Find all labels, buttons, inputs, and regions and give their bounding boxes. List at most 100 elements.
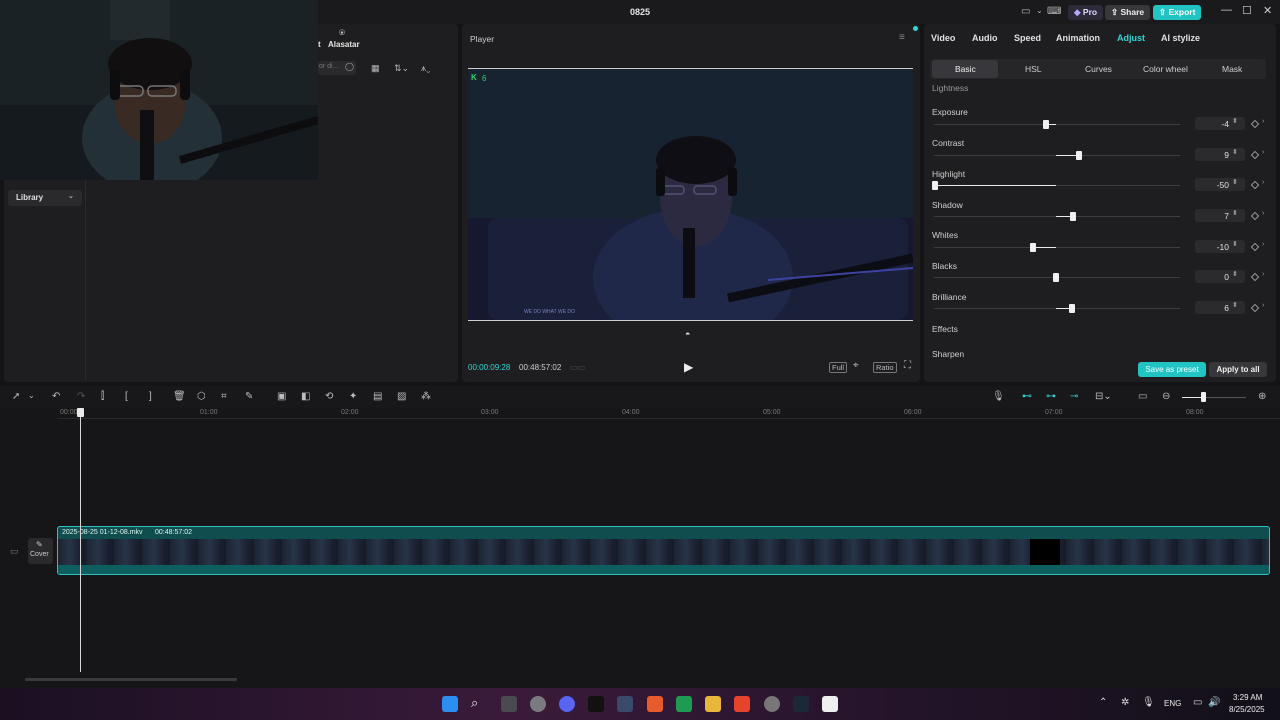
preview-axis-icon[interactable]: ⊟⌄: [1095, 391, 1112, 402]
exposure-slider-track[interactable]: [934, 124, 1180, 125]
horizontal-scrollbar[interactable]: [25, 678, 237, 681]
zoom-slider-knob[interactable]: [1201, 392, 1206, 402]
discord-icon[interactable]: [559, 696, 575, 712]
play-icon[interactable]: ▶: [684, 360, 693, 374]
filter-icon[interactable]: ⩚⌄: [421, 63, 430, 74]
stepper-icon[interactable]: ⬍: [1232, 270, 1238, 278]
sidebar-item-library[interactable]: Library ⌄: [8, 190, 82, 206]
file-explorer-icon[interactable]: [705, 696, 721, 712]
avatar-icon[interactable]: ⍟: [339, 28, 345, 39]
timecode-format-icon[interactable]: ▭▭: [570, 363, 585, 372]
sort-icon[interactable]: ⇅⌄: [394, 63, 409, 74]
keyboard-icon[interactable]: ⌨: [1047, 6, 1061, 17]
reset-chevron-icon[interactable]: ›: [1262, 149, 1264, 156]
magnet-icon[interactable]: ⊶: [1046, 391, 1056, 402]
contrast-slider-knob[interactable]: [1076, 151, 1082, 160]
subtab-color-wheel[interactable]: Color wheel: [1143, 64, 1188, 74]
tab-audio[interactable]: Audio: [972, 33, 998, 43]
redo-icon[interactable]: ↷: [77, 391, 85, 402]
brilliance-slider-knob[interactable]: [1069, 304, 1075, 313]
stepper-icon[interactable]: ⬍: [1232, 117, 1238, 125]
microphone-icon[interactable]: 🎙: [992, 391, 1005, 402]
subtab-mask[interactable]: Mask: [1222, 64, 1242, 74]
capcut-icon[interactable]: [822, 696, 838, 712]
chevron-down-icon[interactable]: ⌄: [28, 391, 35, 400]
delete-left-icon[interactable]: [: [125, 391, 128, 402]
shadow-slider-knob[interactable]: [1070, 212, 1076, 221]
task-view-icon[interactable]: [501, 696, 517, 712]
cover-button[interactable]: ✎ Cover: [28, 538, 53, 564]
blacks-slider-knob[interactable]: [1053, 273, 1059, 282]
reset-chevron-icon[interactable]: ›: [1262, 179, 1264, 186]
playhead-handle[interactable]: [77, 408, 84, 417]
clock-time[interactable]: 3:29 AM: [1233, 693, 1262, 702]
crop-icon[interactable]: ⌗: [221, 391, 227, 402]
exposure-slider-knob[interactable]: [1043, 120, 1049, 129]
freeze-icon[interactable]: ▣: [277, 391, 286, 402]
more-tools-icon[interactable]: ⁂: [421, 391, 431, 402]
search-input[interactable]: or di... ◯: [318, 61, 356, 75]
layout-icon[interactable]: ▭: [1021, 6, 1030, 17]
stepper-icon[interactable]: ⬍: [1232, 301, 1238, 309]
export-button[interactable]: ⇧ Export: [1153, 5, 1202, 20]
video-clip[interactable]: 2025-08-25 01-12-08.mkv 00:48:57:02: [57, 526, 1270, 575]
maximize-icon[interactable]: ☐: [1242, 4, 1252, 17]
track-toggle-icon[interactable]: ▭: [10, 546, 19, 557]
reset-chevron-icon[interactable]: ›: [1262, 302, 1264, 309]
settings-icon[interactable]: [764, 696, 780, 712]
tab-video[interactable]: Video: [931, 33, 955, 43]
select-tool-icon[interactable]: ➚: [12, 391, 20, 402]
playhead-line[interactable]: [80, 410, 81, 672]
media-tab-partial[interactable]: t: [318, 40, 321, 49]
search-icon[interactable]: ◯: [345, 62, 354, 71]
steam-icon[interactable]: [793, 696, 809, 712]
tab-ai-stylize[interactable]: AI stylize: [1161, 33, 1200, 43]
whites-slider-knob[interactable]: [1030, 243, 1036, 252]
reset-chevron-icon[interactable]: ›: [1262, 271, 1264, 278]
apply-to-all-button[interactable]: Apply to all: [1209, 362, 1267, 377]
chevron-up-icon[interactable]: ⌃: [1099, 697, 1107, 708]
search-icon[interactable]: ⌕: [471, 695, 478, 711]
subtab-hsl[interactable]: HSL: [1025, 64, 1042, 74]
undo-icon[interactable]: ↶: [52, 391, 60, 402]
brave-icon[interactable]: [734, 696, 750, 712]
highlight-slider-knob[interactable]: [932, 181, 938, 190]
microphone-icon[interactable]: 🎙: [1142, 697, 1155, 708]
stepper-icon[interactable]: ⬍: [1232, 209, 1238, 217]
menu-icon[interactable]: ≡: [899, 32, 905, 43]
app-icon[interactable]: [647, 696, 663, 712]
mask-icon[interactable]: ▨: [397, 391, 406, 402]
reset-chevron-icon[interactable]: ›: [1262, 118, 1264, 125]
playhead-handle-icon[interactable]: ◓: [685, 329, 690, 339]
whites-slider-track[interactable]: [934, 247, 1180, 248]
stepper-icon[interactable]: ⬍: [1232, 178, 1238, 186]
store-icon[interactable]: [617, 696, 633, 712]
xbox-icon[interactable]: [676, 696, 692, 712]
trash-icon[interactable]: 🗑: [173, 391, 186, 402]
split-icon[interactable]: ⫿: [101, 391, 104, 402]
network-icon[interactable]: ▭: [1193, 697, 1202, 708]
delete-right-icon[interactable]: ]: [149, 391, 152, 402]
save-as-preset-button[interactable]: Save as preset: [1138, 362, 1206, 377]
subtab-curves[interactable]: Curves: [1085, 64, 1112, 74]
fit-icon[interactable]: ▭: [1138, 391, 1147, 402]
close-icon[interactable]: ✕: [1263, 4, 1272, 17]
chevron-down-icon[interactable]: ⌄: [1036, 6, 1043, 15]
captions-icon[interactable]: ▤: [373, 391, 382, 402]
grid-view-icon[interactable]: ▦: [371, 63, 380, 74]
tiktok-icon[interactable]: [588, 696, 604, 712]
fullscreen-icon[interactable]: ⛶: [904, 360, 911, 371]
tab-adjust[interactable]: Adjust: [1117, 33, 1145, 43]
volume-icon[interactable]: 🔊: [1208, 697, 1220, 708]
mirror-icon[interactable]: ◧: [301, 391, 310, 402]
windows-start-icon[interactable]: [442, 696, 458, 712]
marker-icon[interactable]: ⬡: [197, 391, 206, 402]
zoom-in-icon[interactable]: ⊕: [1258, 391, 1266, 402]
rotate-icon[interactable]: ⟲: [325, 391, 333, 402]
full-button[interactable]: Full: [829, 362, 848, 373]
clock-date[interactable]: 8/25/2025: [1229, 705, 1265, 714]
stepper-icon[interactable]: ⬍: [1232, 240, 1238, 248]
link-icon[interactable]: ⊸: [1070, 391, 1078, 402]
share-button[interactable]: ⇪ Share: [1105, 5, 1151, 20]
reset-chevron-icon[interactable]: ›: [1262, 241, 1264, 248]
